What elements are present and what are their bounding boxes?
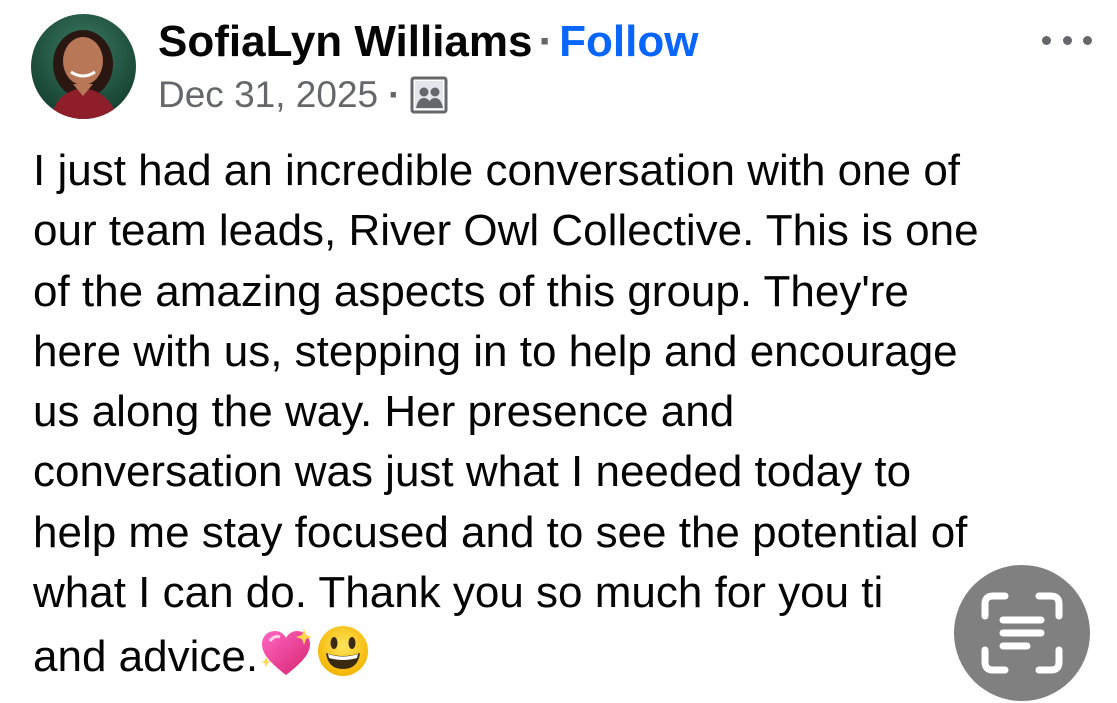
more-options-icon[interactable]	[1042, 26, 1092, 54]
avatar[interactable]	[31, 14, 136, 119]
post-body-line: here with us, stepping in to help and en…	[33, 326, 958, 376]
post-body-line: help me stay focused and to see the pote…	[33, 507, 968, 557]
post-body-line: conversation was just what I needed toda…	[33, 447, 912, 497]
post-body: I just had an incredible conversation wi…	[33, 141, 1098, 684]
meta-separator-dot: ·	[388, 74, 401, 115]
post-body-line: what I can do. Thank you so much for you…	[33, 568, 884, 618]
post-date[interactable]: Dec 31, 2025	[158, 72, 378, 118]
group-audience-icon	[410, 76, 448, 114]
post-body-last-line: and advice.	[33, 623, 1098, 683]
post-body-line: of the amazing aspects of this group. Th…	[33, 266, 909, 316]
post-body-line: us along the way. Her presence and	[33, 387, 735, 437]
post-body-line: and advice.	[33, 632, 259, 682]
sparkling-heart-icon	[258, 627, 314, 695]
post-meta: Dec 31, 2025 ·	[158, 72, 448, 118]
grinning-face-icon	[314, 623, 372, 695]
post-body-line: I just had an incredible conversation wi…	[33, 146, 961, 195]
post-header: SofiaLyn Williams · Follow	[158, 14, 698, 70]
author-name[interactable]: SofiaLyn Williams	[158, 17, 533, 66]
post-card: SofiaLyn Williams · Follow Dec 31, 2025 · …	[0, 0, 1117, 703]
post-body-line: our team leads, River Owl Collective. Th…	[33, 206, 979, 256]
follow-button[interactable]: Follow	[559, 17, 698, 66]
live-text-scan-icon[interactable]	[954, 565, 1090, 701]
separator-dot: ·	[538, 17, 554, 66]
